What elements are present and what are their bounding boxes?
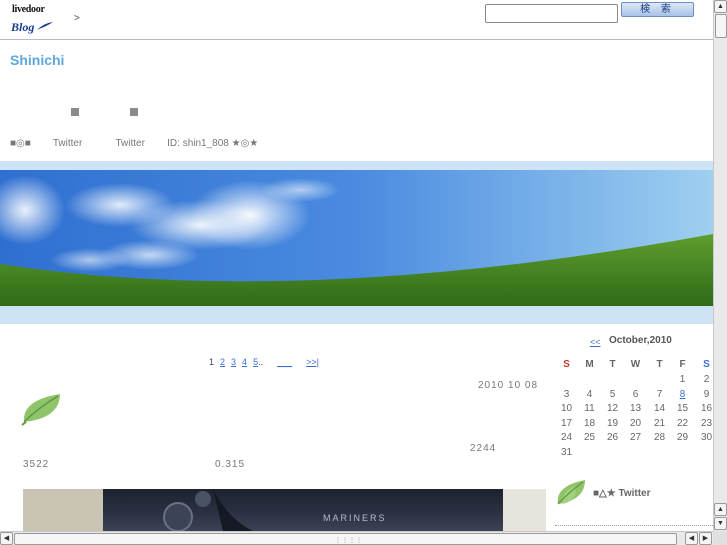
scroll-left-icon[interactable]: ◀ [0, 532, 13, 545]
calendar-day: 12 [606, 403, 619, 414]
pager-link-2[interactable]: 2 [220, 357, 225, 367]
calendar-title: October,2010 [609, 335, 672, 346]
scroll-right-icon[interactable]: ▶ [699, 532, 712, 545]
scroll-up-icon[interactable]: ▲ [714, 503, 727, 516]
header-banner-image [0, 170, 713, 306]
calendar-day: 31 [560, 446, 573, 458]
blog-title[interactable]: Shinichi [10, 52, 64, 68]
banner-band-top [0, 161, 713, 170]
calendar-day: 22 [676, 417, 689, 429]
vertical-scroll-thumb[interactable] [715, 14, 727, 38]
calendar-weekday-header: T [609, 359, 616, 370]
calendar-day: 9 [703, 388, 710, 400]
pager-last-link[interactable]: >>| [306, 357, 319, 367]
scrollbar-corner [713, 531, 727, 545]
scroll-up-icon[interactable]: ▲ [714, 0, 727, 13]
sidebar-divider [555, 525, 713, 526]
calendar-day: 10 [560, 403, 573, 414]
gray-square-icon [71, 108, 79, 116]
calendar-day: 15 [676, 403, 689, 414]
blog-profile-description: ■◎■ Twitter Twitter ID: shin1_808 ★◎★ [10, 138, 259, 149]
pager-current: 1 [209, 357, 215, 367]
calendar-day: 23 [700, 417, 713, 429]
banner-band-bottom [0, 306, 713, 324]
calendar-day: 14 [653, 403, 666, 414]
logo-text-top: livedoor [12, 4, 45, 15]
grip-icon: ⋮⋮⋮⋮ [335, 538, 363, 544]
calendar-day: 16 [700, 403, 713, 414]
leaf-icon [555, 478, 589, 511]
calendar-day: 6 [632, 388, 639, 400]
calendar-day: 28 [653, 432, 666, 443]
calendar-day: 27 [629, 432, 642, 443]
calendar-day: 3 [563, 388, 570, 400]
quill-icon [37, 22, 53, 30]
calendar-day: 7 [656, 388, 663, 400]
calendar-day: 17 [560, 417, 573, 429]
calendar-prev-link[interactable]: << [590, 337, 601, 347]
calendar-day: 26 [606, 432, 619, 443]
calendar-day: 29 [676, 432, 689, 443]
pager-ellipsis: .. [258, 357, 264, 367]
calendar-day: 4 [586, 388, 593, 400]
search-input[interactable] [485, 4, 618, 23]
calendar-day: 30 [700, 432, 713, 443]
livedoor-header-bar: livedoor Blog > 検 索 [0, 0, 713, 40]
gray-square-icon [130, 108, 138, 116]
calendar-weekday-header: T [656, 359, 663, 370]
post-photo: MARINERS [23, 489, 546, 531]
calendar-weekday-header: M [585, 359, 594, 370]
calendar-day: 5 [609, 388, 616, 400]
horizontal-scrollbar[interactable]: ◀ ⋮⋮⋮⋮ ◀ ▶ [0, 531, 713, 545]
calendar-day: 18 [583, 417, 596, 429]
logo-text-bottom: Blog [11, 20, 35, 34]
pager-link-blank[interactable]: ___ [277, 357, 292, 367]
calendar-day-link[interactable]: 8 [671, 389, 694, 400]
calendar-day: 11 [584, 403, 595, 414]
post-stat-a: 2244 [470, 443, 497, 454]
calendar-day: 19 [606, 417, 619, 429]
calendar-weekday-header: W [630, 359, 641, 370]
vertical-scrollbar[interactable]: ▲ ▲ ▼ [713, 0, 727, 531]
pager-link-3[interactable]: 3 [231, 357, 236, 367]
browser-viewport: livedoor Blog > 検 索 Shinichi ■◎■ Twitter… [0, 0, 713, 531]
scroll-left-icon[interactable]: ◀ [685, 532, 698, 545]
calendar-weekday-header: S [703, 359, 710, 370]
leaf-icon [20, 392, 64, 431]
sidebar-twitter-heading: ■△★ Twitter [593, 488, 651, 499]
search-button[interactable]: 検 索 [621, 2, 694, 17]
post-stat-c: 0.315 [215, 459, 246, 470]
pagination: 1 2 3 4 5.. ___ >>| [209, 357, 319, 367]
calendar-day: 24 [560, 432, 573, 443]
calendar-day: 1 [679, 374, 686, 385]
calendar-weekday-header: S [563, 359, 570, 370]
post-stat-b: 3522 [23, 459, 50, 470]
horizontal-scroll-thumb[interactable]: ⋮⋮⋮⋮ [14, 533, 677, 545]
calendar-day: 2 [703, 374, 710, 385]
pager-link-4[interactable]: 4 [242, 357, 247, 367]
calendar-day: 21 [653, 417, 666, 429]
calendar-day: 20 [629, 417, 642, 429]
calendar-day: 25 [583, 432, 596, 443]
scroll-down-icon[interactable]: ▼ [714, 517, 727, 530]
photo-text: MARINERS [323, 513, 387, 523]
post-date: 2010 10 08 [478, 380, 539, 391]
calendar-day: 13 [629, 403, 642, 414]
calendar-weekday-header: F [679, 359, 686, 370]
breadcrumb-separator: > [74, 13, 80, 24]
livedoor-blog-logo[interactable]: livedoor Blog [10, 3, 56, 37]
